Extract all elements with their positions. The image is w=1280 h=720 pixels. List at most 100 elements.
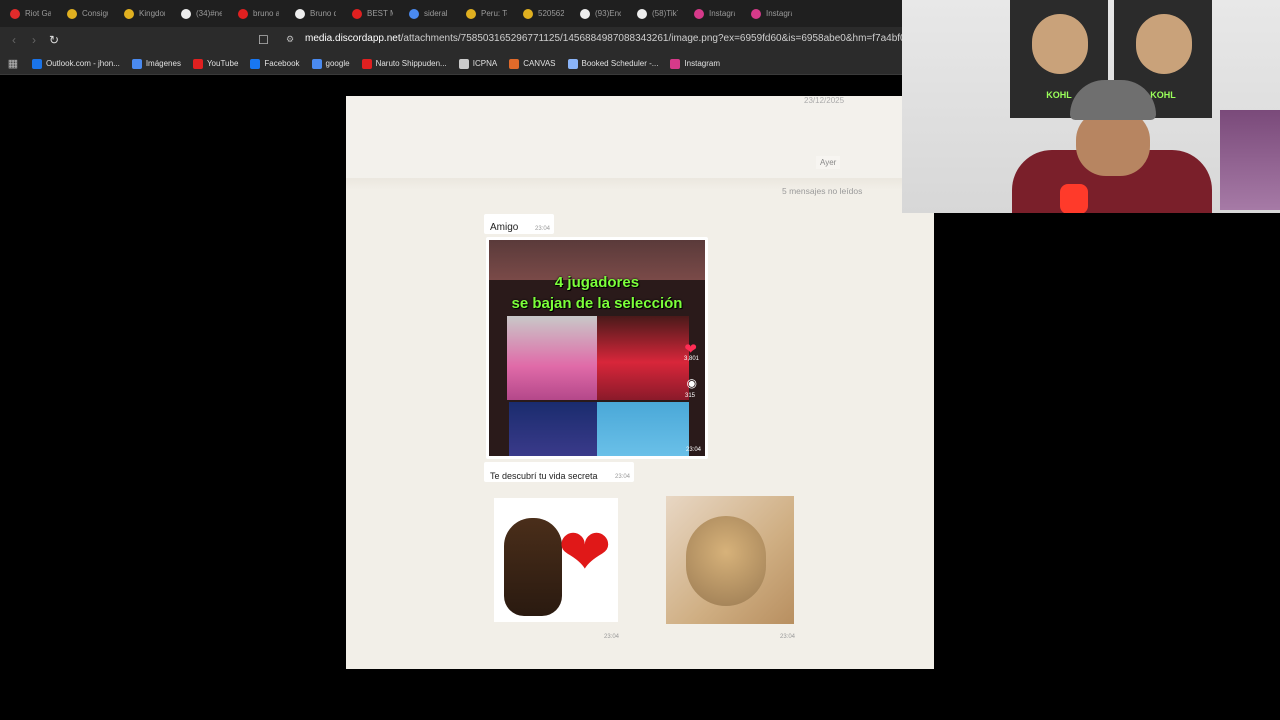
tab-title: (93)Enc bbox=[595, 9, 621, 18]
bed-background bbox=[1220, 110, 1280, 210]
bookmark-item[interactable]: Naruto Shippuden... bbox=[356, 58, 453, 69]
banner-character bbox=[1032, 14, 1088, 74]
tiktok-icon bbox=[637, 8, 647, 19]
tab-title: (58)TikT bbox=[652, 9, 678, 18]
address-bar[interactable]: media.discordapp.net/attachments/7585031… bbox=[305, 33, 945, 44]
browser-tab[interactable]: Instagra bbox=[741, 0, 798, 27]
bookmark-item[interactable]: CANVAS bbox=[503, 58, 561, 69]
crown-icon bbox=[67, 8, 77, 19]
bookmarks-bar: ▦ Outlook.com - jhon... Imágenes YouTube Fa… bbox=[0, 53, 902, 75]
player-photo-2 bbox=[597, 316, 689, 400]
crown-icon bbox=[466, 8, 476, 19]
red-heart-icon: ❤ bbox=[558, 516, 612, 588]
browser-tab[interactable]: Kingdon bbox=[114, 0, 171, 27]
browser-tab[interactable]: Riot Gam bbox=[0, 0, 57, 27]
webcam-overlay: KOHL KOHL bbox=[902, 0, 1280, 213]
tab-title: bruno a bbox=[253, 9, 279, 18]
sticker1-time: 23:04 bbox=[604, 634, 620, 640]
tab-title: Instagra bbox=[709, 9, 735, 18]
player-photo-3 bbox=[509, 402, 597, 456]
booked-icon bbox=[567, 58, 578, 69]
bookmark-label: YouTube bbox=[206, 59, 239, 68]
google-icon bbox=[131, 58, 142, 69]
bookmark-item[interactable]: ICPNA bbox=[453, 58, 503, 69]
bookmark-item[interactable]: Instagram bbox=[664, 58, 726, 69]
bookmark-item[interactable]: Facebook bbox=[244, 58, 305, 69]
comment-bubble-icon: ◉ bbox=[686, 376, 697, 390]
outlook-icon bbox=[32, 58, 42, 69]
message-time: 23:04 bbox=[534, 226, 550, 232]
browser-tab[interactable]: Consigu bbox=[57, 0, 114, 27]
bookmark-label: ICPNA bbox=[472, 59, 498, 68]
sender-name: Amigo bbox=[490, 222, 519, 233]
bookmark-label: Outlook.com - jhon... bbox=[46, 59, 120, 68]
instagram-icon bbox=[670, 58, 681, 69]
bookmark-label: CANVAS bbox=[523, 59, 556, 68]
like-count: 3,801 bbox=[683, 356, 699, 362]
browser-tab[interactable]: bruno a bbox=[228, 0, 285, 27]
dog-face-sticker[interactable] bbox=[666, 496, 794, 624]
back-button[interactable]: ‹ bbox=[4, 33, 24, 47]
video-thumbnail[interactable]: 4 jugadores se bajan de la selección ❤ 3… bbox=[489, 240, 705, 456]
tab-title: Bruno d bbox=[310, 9, 336, 18]
google-icon bbox=[311, 58, 322, 69]
older-messages-area: 23/12/2025 Ayer bbox=[346, 96, 902, 178]
bookmark-label: google bbox=[325, 59, 350, 68]
comment-count: 315 bbox=[684, 393, 695, 399]
tab-title: (34)#ne bbox=[196, 9, 222, 18]
streamer bbox=[992, 80, 1212, 213]
bookmark-item[interactable]: Outlook.com - jhon... bbox=[26, 58, 126, 69]
browser-tab[interactable]: (93)Enc bbox=[570, 0, 627, 27]
bookmark-item[interactable]: Imágenes bbox=[126, 58, 187, 69]
site-info-icon[interactable]: ⚙ bbox=[286, 34, 294, 45]
bookmark-label: Naruto Shippuden... bbox=[375, 59, 447, 68]
apps-grid-icon[interactable]: ▦ bbox=[0, 57, 26, 70]
browser-tab[interactable]: 520562 bbox=[513, 0, 570, 27]
tab-title: Peru: To bbox=[481, 9, 507, 18]
dog-heart-sticker[interactable]: ❤ bbox=[494, 498, 618, 622]
caption-time: 23:04 bbox=[614, 474, 630, 480]
browser-tab-strip: Riot Gam Consigu Kingdon (34)#ne bruno a Brun… bbox=[0, 0, 902, 27]
bookmark-item[interactable]: YouTube bbox=[187, 58, 244, 69]
k-icon bbox=[124, 8, 134, 19]
browser-tab[interactable]: Instagra bbox=[684, 0, 741, 27]
tab-title: Riot Gam bbox=[25, 9, 51, 18]
crown-icon bbox=[523, 8, 533, 19]
video-message[interactable]: 4 jugadores se bajan de la selección ❤ 3… bbox=[486, 237, 708, 459]
youtube-icon bbox=[361, 58, 372, 69]
dachshund-image bbox=[504, 518, 562, 616]
bookmark-item[interactable]: google bbox=[306, 58, 356, 69]
browser-toolbar: ‹ › ↻ ☐ ⚙ media.discordapp.net/attachmen… bbox=[0, 27, 945, 53]
facebook-icon bbox=[250, 58, 261, 69]
browser-tab[interactable]: (34)#ne bbox=[171, 0, 228, 27]
bookmark-item[interactable]: Booked Scheduler -... bbox=[562, 58, 665, 69]
forward-button[interactable]: › bbox=[24, 33, 44, 47]
tab-title: Instagra bbox=[766, 9, 792, 18]
browser-tab[interactable]: sideral a bbox=[399, 0, 456, 27]
browser-tab[interactable]: (58)TikT bbox=[627, 0, 684, 27]
browser-tab[interactable]: BEST M bbox=[342, 0, 399, 27]
instagram-icon bbox=[694, 8, 704, 19]
date-divider-ayer: Ayer bbox=[816, 156, 841, 169]
bookmark-label: Instagram bbox=[684, 59, 721, 68]
caption-bubble: Te descubrí tu vida secreta 23:04 bbox=[484, 462, 634, 482]
browser-tab[interactable]: Bruno d bbox=[285, 0, 342, 27]
url-path: /attachments/758503165296771125/14568849… bbox=[400, 33, 945, 44]
browser-tab[interactable]: Peru: To bbox=[456, 0, 513, 27]
video-headline-1: 4 jugadores bbox=[554, 274, 640, 291]
unread-count-label: 5 mensajes no leídos bbox=[782, 186, 863, 196]
google-icon bbox=[409, 8, 419, 19]
url-host: media.discordapp.net bbox=[305, 33, 401, 44]
tab-title: sideral a bbox=[424, 9, 450, 18]
video-headline-2: se bajan de la selección bbox=[511, 295, 683, 312]
icpna-icon bbox=[458, 58, 469, 69]
player-photo-1 bbox=[507, 316, 597, 400]
bookmark-star-icon[interactable]: ☐ bbox=[258, 33, 270, 47]
riot-icon bbox=[10, 8, 20, 19]
chihuahua-image bbox=[686, 516, 766, 606]
tab-title: Consigu bbox=[82, 9, 108, 18]
reload-button[interactable]: ↻ bbox=[44, 33, 64, 47]
bookmark-label: Booked Scheduler -... bbox=[581, 59, 659, 68]
tab-title: BEST M bbox=[367, 9, 393, 18]
streamer-cap bbox=[1070, 80, 1156, 120]
